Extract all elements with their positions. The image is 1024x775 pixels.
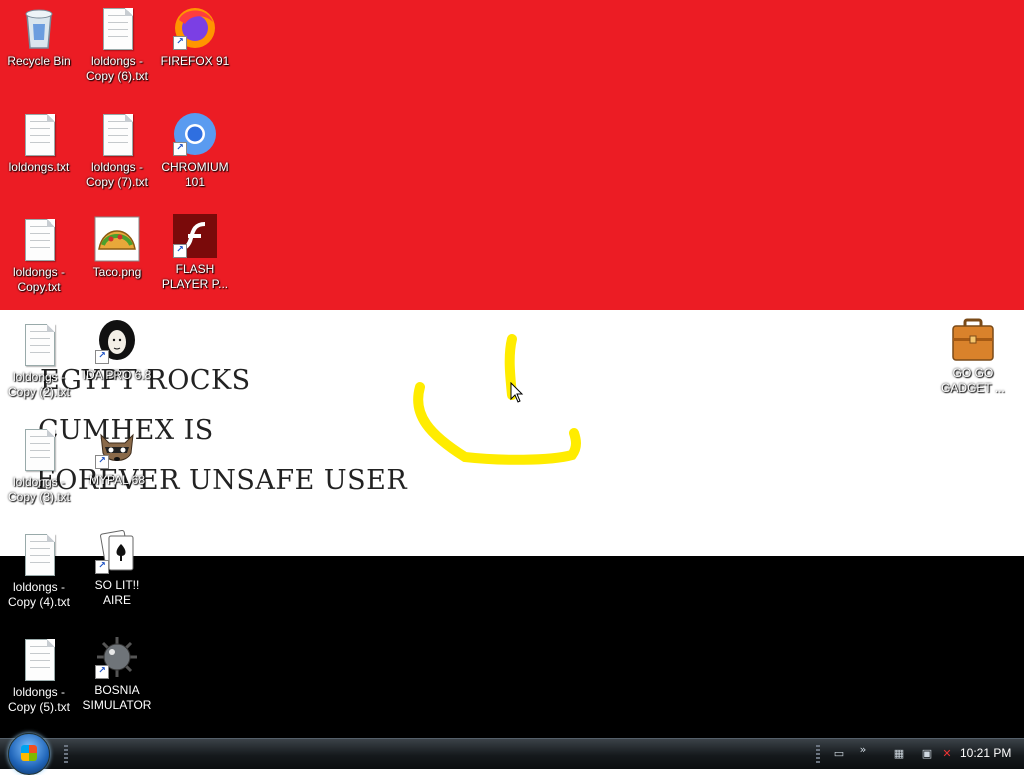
solitaire-icon: ↗ [93, 528, 141, 576]
shortcut-arrow-icon: ↗ [173, 142, 187, 156]
desktop-icon-go-go-gadget[interactable]: GO GO GADGET ... [936, 316, 1010, 396]
raccoon-icon: ↗ [93, 423, 141, 471]
text-file-icon [93, 110, 141, 158]
minesweeper-icon: ↗ [93, 633, 141, 681]
taskbar-grip[interactable] [64, 745, 68, 763]
text-file-icon [15, 635, 63, 683]
icon-label: IDA PRO 6.8 [82, 368, 152, 382]
icon-label: FIREFOX 91 [160, 54, 230, 68]
windows-logo-icon [21, 745, 37, 761]
shortcut-arrow-icon: ↗ [95, 665, 109, 679]
icon-label: GO GO GADGET ... [941, 366, 1005, 395]
firefox-icon: ↗ [171, 4, 219, 52]
desktop-icon-firefox[interactable]: ↗ FIREFOX 91 [158, 4, 232, 69]
icon-label: BOSNIA SIMULATOR [82, 683, 152, 712]
shortcut-arrow-icon: ↗ [173, 244, 187, 258]
icon-label: loldongs - Copy (2).txt [7, 370, 70, 399]
desktop-icon-loldongs-copy[interactable]: loldongs - Copy.txt [2, 215, 76, 295]
desktop-icon-ida-pro[interactable]: ↗ IDA PRO 6.8 [80, 318, 154, 383]
chromium-icon: ↗ [171, 110, 219, 158]
desktop-icon-loldongs-copy-3[interactable]: loldongs - Copy (3).txt [2, 425, 76, 505]
desktop-icon-loldongs-copy-7[interactable]: loldongs - Copy (7).txt [80, 110, 154, 190]
flash-player-icon: ↗ [171, 212, 219, 260]
desktop-icon-flash-player[interactable]: ↗ FLASH PLAYER P... [158, 212, 232, 292]
icon-label: SO LIT!! AIRE [94, 578, 140, 607]
desktop-icon-bosnia-simulator[interactable]: ↗ BOSNIA SIMULATOR [80, 633, 154, 713]
taco-image-icon [93, 215, 141, 263]
text-file-icon [15, 320, 63, 368]
display-icon[interactable]: ▭ [832, 747, 846, 761]
taskbar[interactable]: ▭ » ▦ ▣ ✕ 10:21 PM [0, 733, 1024, 775]
briefcase-icon [949, 316, 997, 364]
icon-label: loldongs - Copy.txt [12, 265, 66, 294]
icon-label: CHROMIUM 101 [161, 160, 229, 189]
shortcut-arrow-icon: ↗ [95, 350, 109, 364]
wallpaper-smile-drawing [413, 334, 581, 465]
desktop-icon-loldongs-copy-5[interactable]: loldongs - Copy (5).txt [2, 635, 76, 715]
icon-label: Taco.png [92, 265, 142, 279]
icon-label: loldongs - Copy (4).txt [7, 580, 70, 609]
desktop-icon-chromium[interactable]: ↗ CHROMIUM 101 [158, 110, 232, 190]
shortcut-arrow-icon: ↗ [173, 36, 187, 50]
ida-pro-icon: ↗ [93, 318, 141, 366]
desktop-icon-loldongs-copy-4[interactable]: loldongs - Copy (4).txt [2, 530, 76, 610]
icon-label: loldongs - Copy (6).txt [85, 54, 148, 83]
shortcut-arrow-icon: ↗ [95, 560, 109, 574]
desktop-icon-solitaire[interactable]: ↗ SO LIT!! AIRE [80, 528, 154, 608]
desktop-icon-recycle-bin[interactable]: Recycle Bin [2, 4, 76, 69]
mouse-cursor-icon [510, 382, 524, 403]
power-icon[interactable]: ▣ [920, 747, 934, 761]
text-file-icon [15, 110, 63, 158]
shortcut-arrow-icon: ↗ [95, 455, 109, 469]
chevron-icon[interactable]: » [856, 743, 870, 757]
desktop[interactable]: EGYPT ROCKS CUMHEX IS FOREVER UNSAFE USE… [0, 0, 1024, 738]
desktop-icon-loldongs-copy-6[interactable]: loldongs - Copy (6).txt [80, 4, 154, 84]
icon-label: Recycle Bin [7, 54, 71, 68]
icon-label: loldongs - Copy (3).txt [7, 475, 70, 504]
desktop-icon-loldongs[interactable]: loldongs.txt [2, 110, 76, 175]
icon-label: FLASH PLAYER P... [161, 262, 229, 291]
icon-label: loldongs - Copy (5).txt [7, 685, 70, 714]
desktop-icon-mypal[interactable]: ↗ MYPAL 68 [80, 423, 154, 488]
text-file-icon [15, 425, 63, 473]
taskbar-grip[interactable] [816, 745, 820, 763]
icon-label: loldongs.txt [8, 160, 70, 174]
clock[interactable]: 10:21 PM [960, 746, 1011, 760]
start-button[interactable] [8, 733, 50, 775]
volume-muted-icon[interactable]: ✕ [940, 747, 954, 761]
text-file-icon [93, 4, 141, 52]
text-file-icon [15, 215, 63, 263]
desktop-icon-loldongs-copy-2[interactable]: loldongs - Copy (2).txt [2, 320, 76, 400]
icon-label: MYPAL 68 [88, 473, 146, 487]
desktop-icon-taco[interactable]: Taco.png [80, 215, 154, 280]
icon-label: loldongs - Copy (7).txt [85, 160, 148, 189]
recycle-bin-icon [15, 4, 63, 52]
text-file-icon [15, 530, 63, 578]
network-icon[interactable]: ▦ [892, 747, 906, 761]
